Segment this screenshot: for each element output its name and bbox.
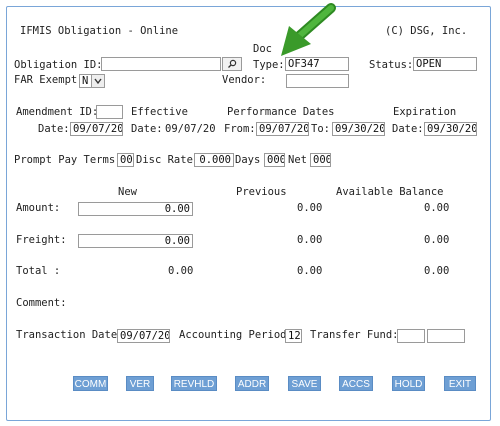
freight-available: 0.00 [424, 234, 450, 246]
to-date-field[interactable]: 09/30/20 [332, 122, 385, 136]
amendment-id-field[interactable] [96, 105, 123, 119]
accounting-period-field[interactable]: 12 [285, 329, 302, 343]
col-previous-header: Previous [236, 186, 287, 198]
accs-button[interactable]: ACCS [339, 376, 373, 391]
far-exempt-select[interactable]: N [79, 74, 105, 88]
exit-button[interactable]: EXIT [444, 376, 476, 391]
save-button[interactable]: SAVE [288, 376, 321, 391]
amount-available: 0.00 [424, 202, 450, 214]
obligation-id-field[interactable] [101, 57, 221, 71]
lookup-button[interactable] [222, 57, 242, 71]
disc-rate-field[interactable]: 0.000 [194, 153, 234, 167]
amount-label: Amount: [16, 202, 61, 214]
prompt-pay-field[interactable]: 00 [117, 153, 134, 167]
app-title: IFMIS Obligation - Online [20, 25, 179, 37]
amendment-date-label: Date: [38, 123, 70, 135]
net-field[interactable]: 000 [310, 153, 331, 167]
vendor-label: Vendor: [222, 74, 267, 86]
days-label: Days [235, 154, 261, 166]
chevron-down-icon [91, 75, 104, 87]
transfer-fund-label: Transfer Fund: [310, 329, 399, 341]
expiration-label: Expiration [393, 106, 457, 118]
transaction-date-field[interactable]: 09/07/20 [117, 329, 170, 343]
search-icon [228, 59, 237, 68]
freight-previous: 0.00 [297, 234, 323, 246]
col-new-header: New [118, 186, 137, 198]
effective-date-label: Date: [131, 123, 163, 135]
addr-button[interactable]: ADDR [235, 376, 269, 391]
transfer-fund-field-2[interactable] [427, 329, 465, 343]
transfer-fund-field-1[interactable] [397, 329, 425, 343]
obligation-id-label: Obligation ID: [14, 59, 103, 71]
annotation-arrow-icon [281, 3, 336, 56]
effective-date-value: 09/07/20 [165, 123, 216, 135]
status-field[interactable]: OPEN [413, 57, 477, 71]
to-label: To: [311, 123, 330, 135]
total-available: 0.00 [424, 265, 450, 277]
amendment-id-label: Amendment ID: [16, 106, 99, 118]
transaction-date-label: Transaction Date: [16, 329, 124, 341]
comment-label: Comment: [16, 297, 67, 309]
ver-button[interactable]: VER [126, 376, 154, 391]
copyright-text: (C) DSG, Inc. [385, 25, 468, 37]
amendment-date-field[interactable]: 09/07/20 [70, 122, 123, 136]
revhld-button[interactable]: REVHLD [171, 376, 217, 391]
status-label: Status: [369, 59, 414, 71]
days-field[interactable]: 000 [264, 153, 285, 167]
effective-label: Effective [131, 106, 188, 118]
from-date-field[interactable]: 09/07/20 [256, 122, 309, 136]
col-available-header: Available Balance [336, 186, 444, 198]
vendor-field[interactable] [286, 74, 349, 88]
far-exempt-value: N [82, 75, 89, 87]
total-new: 0.00 [168, 265, 194, 277]
net-label: Net [288, 154, 307, 166]
expiration-date-label: Date: [392, 123, 424, 135]
comm-button[interactable]: COMM [73, 376, 108, 391]
prompt-pay-label: Prompt Pay Terms: [14, 154, 122, 166]
total-previous: 0.00 [297, 265, 323, 277]
amount-previous: 0.00 [297, 202, 323, 214]
accounting-period-label: Accounting Period: [179, 329, 293, 341]
hold-button[interactable]: HOLD [392, 376, 425, 391]
expiration-date-field[interactable]: 09/30/20 [424, 122, 477, 136]
from-label: From: [224, 123, 256, 135]
far-exempt-label: FAR Exempt: [14, 74, 84, 86]
amount-new-field[interactable]: 0.00 [78, 202, 193, 216]
total-label: Total : [16, 265, 61, 277]
doc-label: Doc [253, 43, 272, 55]
freight-label: Freight: [16, 234, 67, 246]
disc-rate-label: Disc Rate [136, 154, 193, 166]
freight-new-field[interactable]: 0.00 [78, 234, 193, 248]
performance-dates-label: Performance Dates [227, 106, 335, 118]
